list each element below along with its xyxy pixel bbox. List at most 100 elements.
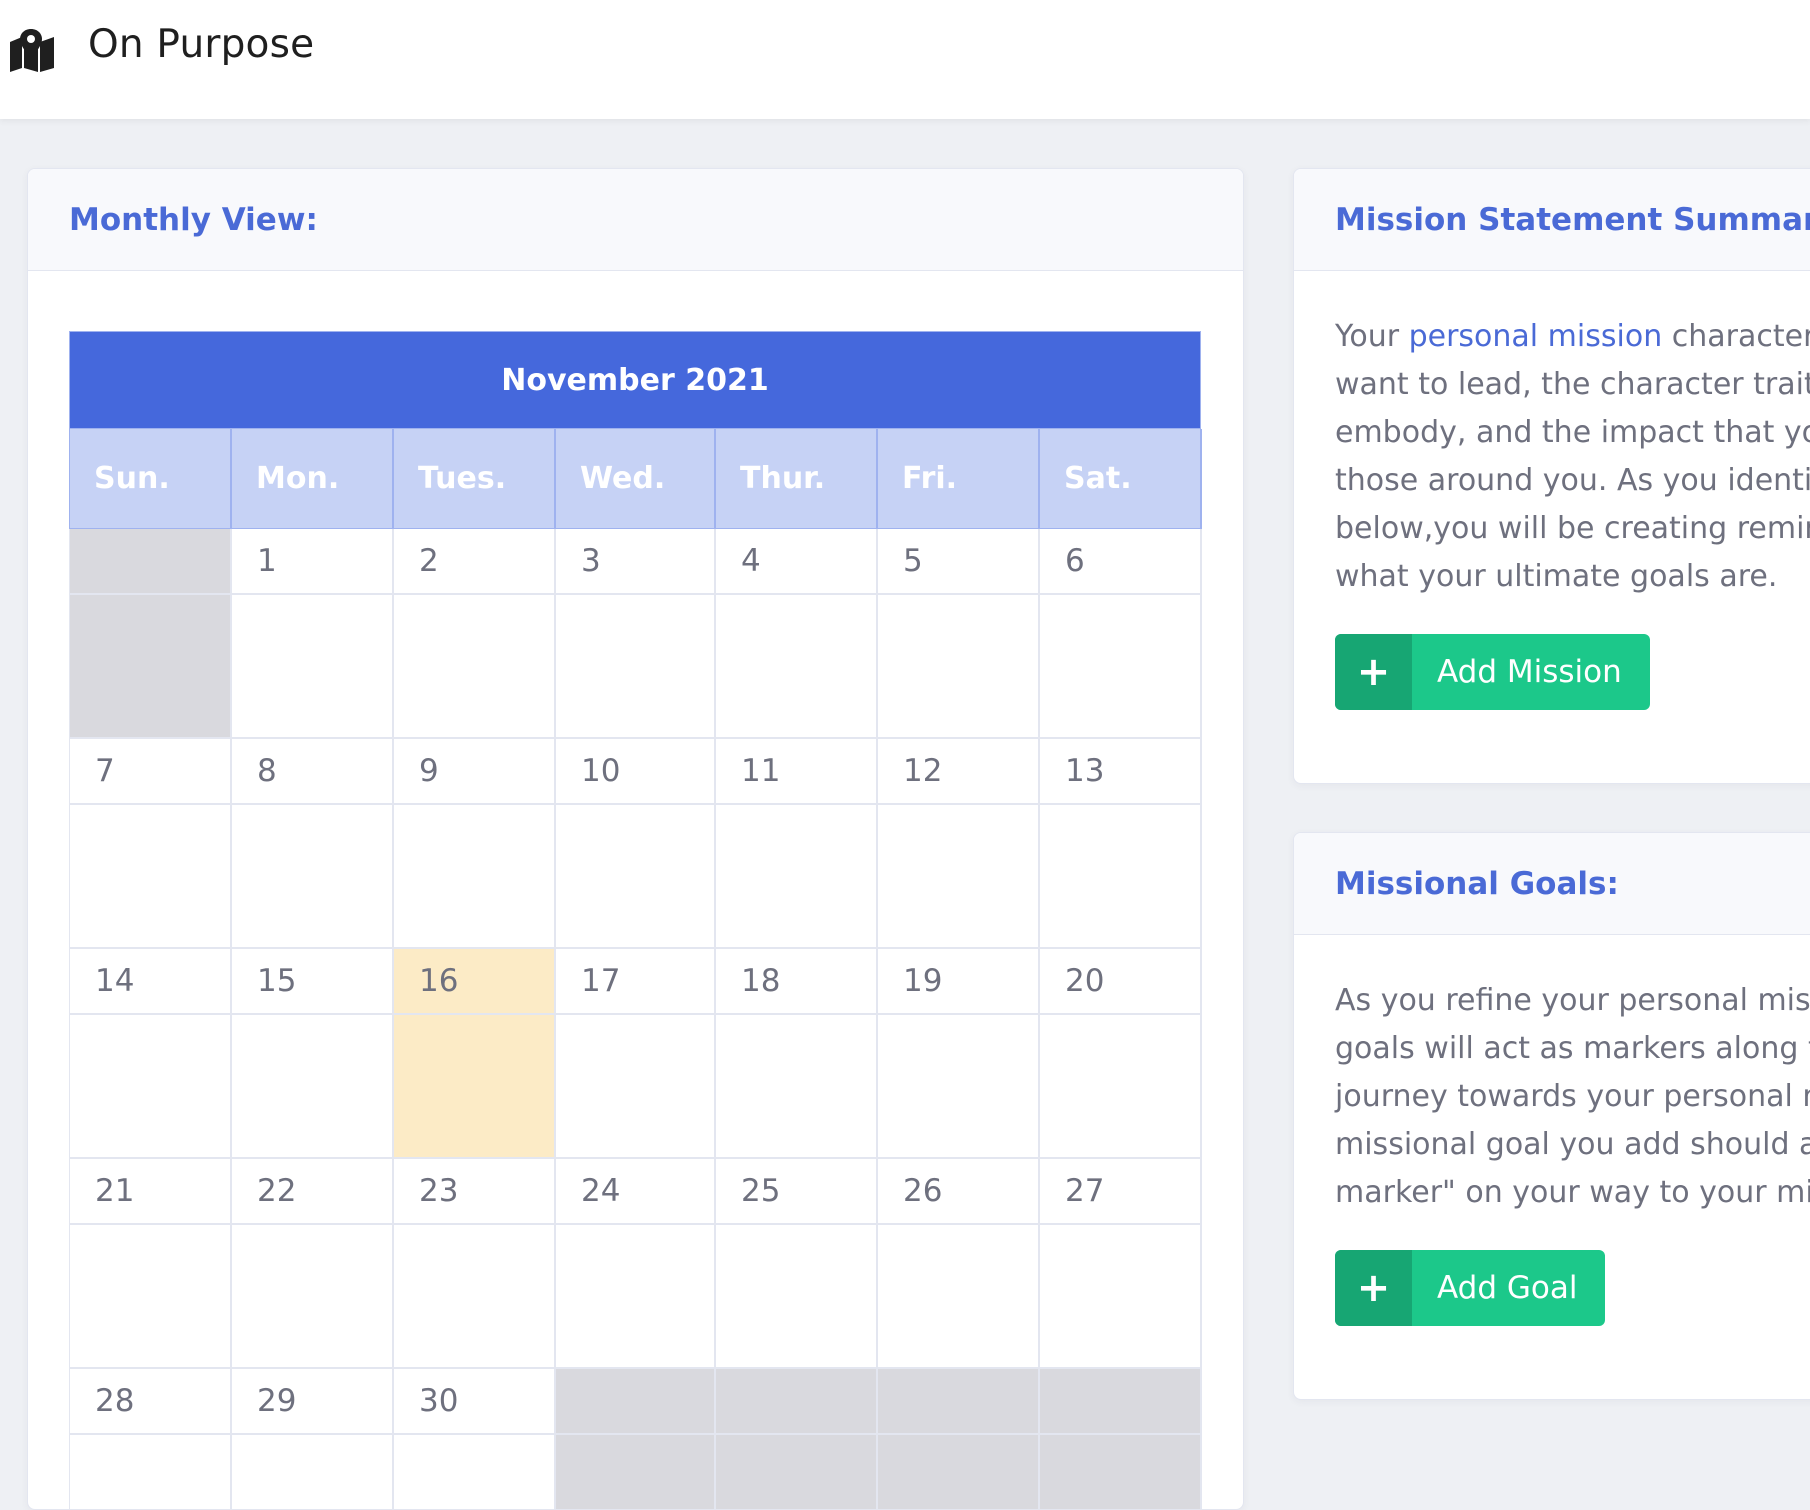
day-events-cell[interactable]: [70, 1225, 232, 1369]
date-cell[interactable]: 23: [394, 1159, 556, 1225]
empty-day-cell: [878, 1369, 1040, 1435]
day-events-cell[interactable]: [394, 1435, 556, 1509]
date-cell[interactable]: 30: [394, 1369, 556, 1435]
calendar-week: 28 29 30: [69, 1369, 1202, 1509]
empty-day-cell: [70, 529, 232, 595]
day-events-cell[interactable]: [556, 595, 716, 739]
text-line: those around you. As you identify: [1335, 463, 1810, 498]
day-events-cell[interactable]: [394, 805, 556, 949]
day-events-cell[interactable]: [232, 595, 394, 739]
day-events-cell[interactable]: [1040, 1225, 1202, 1369]
date-cell[interactable]: 27: [1040, 1159, 1202, 1225]
day-events-cell[interactable]: [716, 1225, 878, 1369]
card-header: Mission Statement Summary:: [1294, 169, 1810, 271]
day-events-cell[interactable]: [232, 805, 394, 949]
today-date-cell[interactable]: 16: [394, 949, 556, 1015]
text-line: Your personal mission characteriz: [1335, 319, 1810, 354]
date-cell[interactable]: 21: [70, 1159, 232, 1225]
date-cell[interactable]: 15: [232, 949, 394, 1015]
date-cell[interactable]: 9: [394, 739, 556, 805]
monthly-view-card: Monthly View: November 2021 Sun. Mon. Tu…: [27, 168, 1244, 1510]
calendar-grid: 1 2 3 4 5 6 7 8 9 10 11 12 13 14 15 16 17 18 19 20 21 22 23 24 2…: [69, 529, 1202, 1509]
date-cell[interactable]: 4: [716, 529, 878, 595]
card-header: Monthly View:: [28, 169, 1243, 271]
calendar-week: 21 22 23 24 25 26 27: [69, 1159, 1202, 1369]
text-line: what your ultimate goals are.: [1335, 559, 1778, 594]
calendar: November 2021 Sun. Mon. Tues. Wed. Thur.…: [69, 331, 1202, 1509]
mission-description: Your personal mission characteriz want t…: [1335, 313, 1810, 601]
top-navbar: On Purpose: [0, 0, 1810, 119]
weekday-label: Wed.: [556, 429, 716, 529]
date-cell[interactable]: 6: [1040, 529, 1202, 595]
goals-description: As you refine your personal missi goals …: [1335, 977, 1810, 1217]
card-header: Missional Goals:: [1294, 833, 1810, 935]
day-events-cell[interactable]: [878, 805, 1040, 949]
date-cell[interactable]: 1: [232, 529, 394, 595]
date-cell[interactable]: 20: [1040, 949, 1202, 1015]
date-cell[interactable]: 11: [716, 739, 878, 805]
personal-mission-link[interactable]: personal mission: [1409, 319, 1663, 354]
add-mission-button[interactable]: + Add Mission: [1335, 634, 1650, 710]
date-cell[interactable]: 12: [878, 739, 1040, 805]
text-line: embody, and the impact that you: [1335, 415, 1810, 450]
empty-day-cell: [1040, 1369, 1202, 1435]
card-title: Monthly View:: [69, 201, 318, 238]
brand-title[interactable]: On Purpose: [88, 22, 314, 67]
text-line: marker" on your way to your miss: [1335, 1175, 1810, 1210]
calendar-week: 7 8 9 10 11 12 13: [69, 739, 1202, 949]
date-cell[interactable]: 18: [716, 949, 878, 1015]
day-events-cell[interactable]: [1040, 595, 1202, 739]
date-cell[interactable]: 25: [716, 1159, 878, 1225]
date-cell[interactable]: 29: [232, 1369, 394, 1435]
day-events-cell[interactable]: [716, 595, 878, 739]
mission-statement-card: Mission Statement Summary: Your personal…: [1293, 168, 1810, 784]
day-events-cell[interactable]: [556, 1225, 716, 1369]
map-marker-icon[interactable]: [8, 28, 58, 72]
card-title: Missional Goals:: [1335, 865, 1619, 902]
day-events-cell[interactable]: [394, 1225, 556, 1369]
day-events-cell[interactable]: [394, 1015, 556, 1159]
day-events-cell[interactable]: [232, 1225, 394, 1369]
weekday-label: Sun.: [70, 429, 232, 529]
date-cell[interactable]: 28: [70, 1369, 232, 1435]
day-events-cell[interactable]: [878, 1015, 1040, 1159]
date-cell[interactable]: 17: [556, 949, 716, 1015]
date-cell[interactable]: 22: [232, 1159, 394, 1225]
date-cell[interactable]: 24: [556, 1159, 716, 1225]
empty-day-body: [1040, 1435, 1202, 1509]
day-events-cell[interactable]: [394, 595, 556, 739]
date-cell[interactable]: 2: [394, 529, 556, 595]
add-goal-button[interactable]: + Add Goal: [1335, 1250, 1606, 1326]
date-cell[interactable]: 26: [878, 1159, 1040, 1225]
calendar-week: 123456: [69, 529, 1202, 739]
date-cell[interactable]: 13: [1040, 739, 1202, 805]
day-events-cell[interactable]: [878, 595, 1040, 739]
date-cell[interactable]: 3: [556, 529, 716, 595]
weekday-label: Sat.: [1040, 429, 1202, 529]
weekday-label: Mon.: [232, 429, 394, 529]
empty-day-body: [70, 595, 232, 739]
day-events-cell[interactable]: [1040, 805, 1202, 949]
date-cell[interactable]: 19: [878, 949, 1040, 1015]
day-events-cell[interactable]: [716, 1015, 878, 1159]
day-events-cell[interactable]: [556, 1015, 716, 1159]
day-events-cell[interactable]: [232, 1435, 394, 1509]
date-cell[interactable]: 5: [878, 529, 1040, 595]
button-label: Add Goal: [1437, 1270, 1578, 1306]
date-cell[interactable]: 10: [556, 739, 716, 805]
day-events-cell[interactable]: [556, 805, 716, 949]
text-line: below,you will be creating remind: [1335, 511, 1810, 546]
day-events-cell[interactable]: [70, 805, 232, 949]
date-cell[interactable]: 7: [70, 739, 232, 805]
date-cell[interactable]: 8: [232, 739, 394, 805]
day-events-cell[interactable]: [70, 1435, 232, 1509]
weekday-header-row: Sun. Mon. Tues. Wed. Thur. Fri. Sat.: [69, 429, 1202, 529]
button-label: Add Mission: [1437, 654, 1622, 690]
day-events-cell[interactable]: [716, 805, 878, 949]
weekday-label: Thur.: [716, 429, 878, 529]
day-events-cell[interactable]: [232, 1015, 394, 1159]
day-events-cell[interactable]: [1040, 1015, 1202, 1159]
day-events-cell[interactable]: [70, 1015, 232, 1159]
day-events-cell[interactable]: [878, 1225, 1040, 1369]
date-cell[interactable]: 14: [70, 949, 232, 1015]
